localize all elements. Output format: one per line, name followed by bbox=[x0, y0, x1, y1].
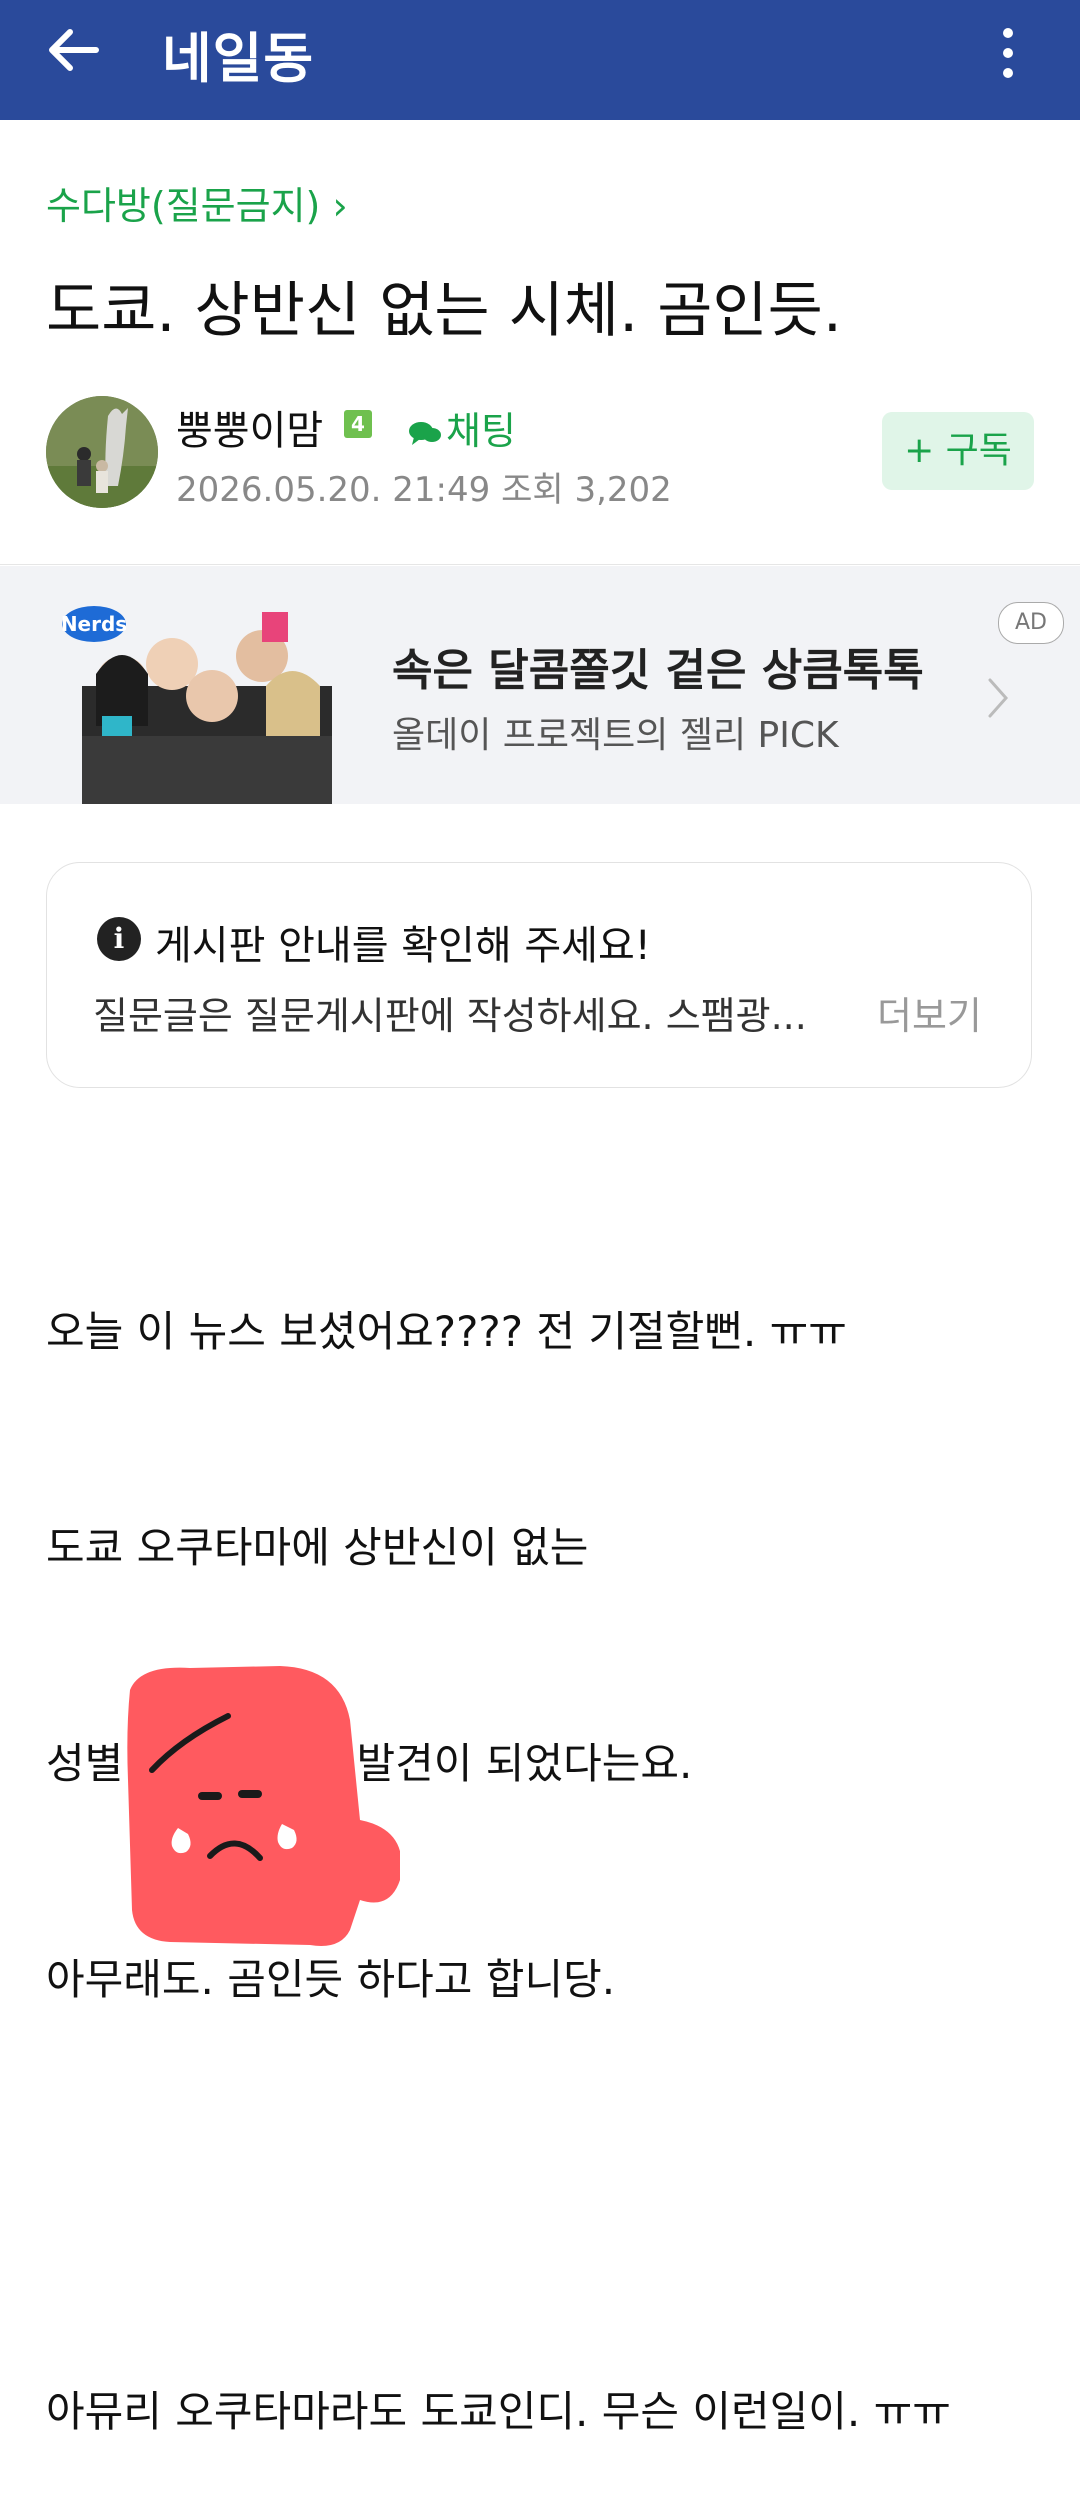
post-meta: 2026.05.20. 21:49 조회 3,202 bbox=[176, 470, 672, 510]
nerds-logo: Nerds bbox=[62, 612, 127, 636]
post-title: 도쿄. 상반신 없는 시체. 곰인듯. bbox=[46, 276, 842, 346]
divider bbox=[0, 564, 1080, 565]
member-level-badge: 4 bbox=[344, 410, 372, 438]
board-notice[interactable]: i 게시판 안내를 확인해 주세요! 질문글은 질문게시판에 작성하세요. 스팸… bbox=[46, 862, 1032, 1088]
info-icon: i bbox=[97, 917, 141, 961]
app-bar: 네일동 bbox=[0, 0, 1080, 120]
notice-text: 질문글은 질문게시판에 작성하세요. 스팸광... bbox=[93, 994, 807, 1038]
crying-sticker-icon bbox=[110, 1660, 402, 1950]
body-line: 도쿄 오쿠타마에 상반신이 없는 bbox=[46, 1523, 589, 1572]
ad-badge[interactable]: AD bbox=[998, 602, 1064, 644]
chevron-right-icon bbox=[986, 676, 1010, 724]
chat-bubble-icon bbox=[409, 421, 441, 445]
back-arrow-icon[interactable] bbox=[44, 20, 104, 80]
body-line: 아뮤리 오쿠타마라도 도쿄인디. 무슨 이런일이. ㅠㅠ bbox=[46, 2387, 951, 2436]
author-name[interactable]: 뿡뿡이맘 bbox=[176, 398, 323, 456]
chat-label: 채팅 bbox=[446, 409, 516, 453]
board-category-link[interactable]: 수다방(질문금지) › bbox=[46, 175, 348, 230]
ad-headline: 속은 달콤쫄깃 겉은 상큼톡톡 bbox=[392, 645, 924, 696]
body-line: 아무래도. 곰인듯 하다고 합니당. bbox=[46, 1955, 616, 2004]
ad-image: Nerds bbox=[61, 586, 352, 804]
notice-more-link[interactable]: 더보기 bbox=[877, 985, 982, 1040]
more-options-icon[interactable] bbox=[996, 20, 1020, 80]
chat-button[interactable]: 채팅 bbox=[408, 400, 516, 455]
body-line bbox=[46, 2160, 1046, 2232]
avatar[interactable] bbox=[46, 396, 158, 508]
body-line: 오늘 이 뉴스 보셨어요???? 전 기절할뻔. ㅠㅠ bbox=[46, 1307, 847, 1356]
subscribe-button[interactable]: + 구독 bbox=[882, 412, 1034, 490]
ad-banner[interactable]: Nerds 속은 달콤쫄깃 겉은 상큼톡톡 올데이 프로젝트의 젤리 PICK … bbox=[0, 566, 1080, 804]
ad-subtitle: 올데이 프로젝트의 젤리 PICK bbox=[392, 715, 839, 756]
notice-title: 게시판 안내를 확인해 주세요! bbox=[155, 923, 651, 969]
app-title: 네일동 bbox=[162, 27, 315, 90]
